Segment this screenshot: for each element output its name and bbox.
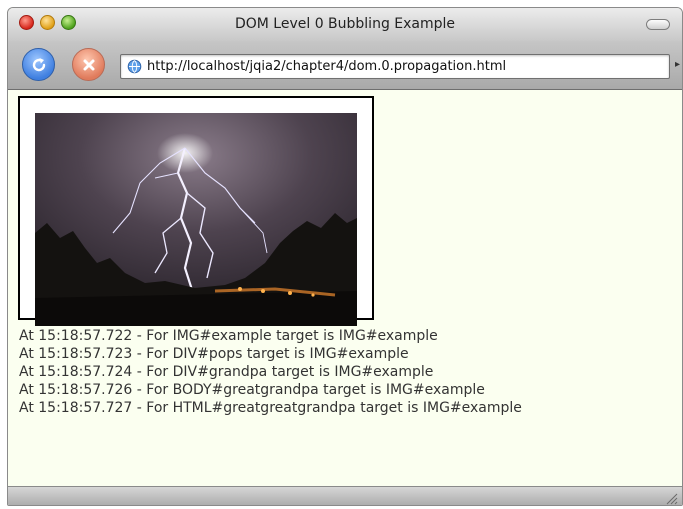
toolbar-overflow-icon[interactable]: ▸ xyxy=(675,59,680,70)
address-bar[interactable]: http://localhost/jqia2/chapter4/dom.0.pr… xyxy=(120,54,670,79)
browser-toolbar: http://localhost/jqia2/chapter4/dom.0.pr… xyxy=(8,41,682,90)
page-globe-icon xyxy=(127,59,142,74)
reload-button[interactable] xyxy=(22,48,55,81)
resize-grip-icon[interactable] xyxy=(666,493,678,505)
browser-window: DOM Level 0 Bubbling Example http://loca… xyxy=(7,7,683,506)
status-bar xyxy=(8,486,682,505)
address-text: http://localhost/jqia2/chapter4/dom.0.pr… xyxy=(147,59,507,74)
log-line: At 15:18:57.724 - For DIV#grandpa target… xyxy=(19,364,434,380)
toolbar-toggle-button[interactable] xyxy=(646,19,670,30)
log-line: At 15:18:57.723 - For DIV#pops target is… xyxy=(19,346,409,362)
log-line: At 15:18:57.722 - For IMG#example target… xyxy=(19,328,438,344)
window-title: DOM Level 0 Bubbling Example xyxy=(234,16,456,32)
log-line: At 15:18:57.726 - For BODY#greatgrandpa … xyxy=(19,382,485,398)
log-line: At 15:18:57.727 - For HTML#greatgreatgra… xyxy=(19,400,522,416)
page-content: At 15:18:57.722 - For IMG#example target… xyxy=(8,91,682,486)
lightning-photo[interactable] xyxy=(35,113,357,326)
reload-icon xyxy=(32,57,45,71)
image-frame xyxy=(18,96,374,326)
stop-icon xyxy=(83,59,94,70)
title-bar: DOM Level 0 Bubbling Example xyxy=(8,8,682,41)
lightning-image xyxy=(35,113,357,326)
stop-button[interactable] xyxy=(72,48,105,81)
event-log: At 15:18:57.722 - For IMG#example target… xyxy=(19,327,522,417)
